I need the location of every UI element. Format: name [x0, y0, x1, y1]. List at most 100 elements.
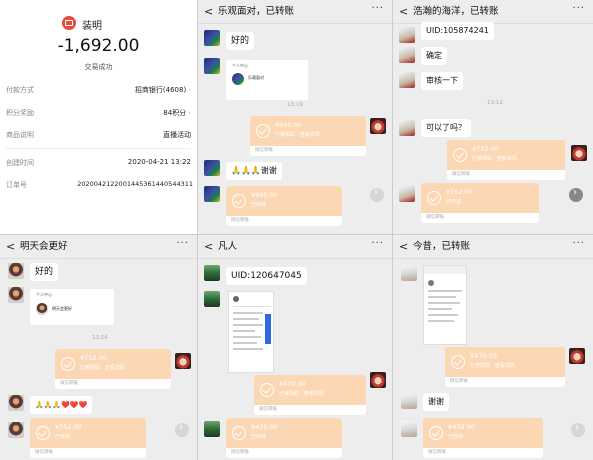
transfer-message[interactable]: ¥470.00 已被领取 · 查看详情 微信转账	[445, 347, 565, 387]
more-icon[interactable]: ···	[572, 3, 585, 14]
avatar[interactable]	[401, 421, 417, 437]
avatar[interactable]	[399, 72, 415, 88]
timestamp: 13:19	[287, 102, 303, 108]
back-icon[interactable]: <	[399, 6, 408, 18]
points-row[interactable]: 积分奖励 84积分 ›	[0, 103, 197, 125]
check-circle-icon	[232, 426, 246, 440]
screenshot-image[interactable]: 个人中心 乐观面对	[226, 60, 308, 100]
chevron-right-icon[interactable]	[569, 187, 583, 202]
avatar[interactable]	[204, 421, 220, 437]
back-icon[interactable]: <	[204, 6, 213, 18]
chevron-right-icon[interactable]	[370, 187, 384, 202]
chevron-right-icon[interactable]	[175, 422, 189, 437]
check-circle-icon	[429, 426, 443, 440]
avatar[interactable]	[204, 160, 220, 176]
card-header-text: 个人中心	[36, 292, 52, 297]
transfer-message[interactable]: ¥470.00 已收钱 微信转账	[423, 418, 543, 458]
message-bubble: 🙏🙏🙏❤️❤️❤️	[30, 396, 93, 414]
payment-method-row[interactable]: 付款方式 招商银行(4608) ›	[0, 80, 197, 102]
transfer-message[interactable]: ¥470.00 已被领取 · 查看详情 微信转账	[254, 375, 366, 415]
transfer-status: 已收钱	[448, 434, 464, 440]
created-time-row: 创建时间 2020-04-21 13:22	[0, 153, 197, 175]
avatar[interactable]	[399, 120, 415, 136]
chevron-right-icon[interactable]	[571, 422, 585, 437]
card-name-text: 明天会更好	[52, 306, 72, 311]
more-icon[interactable]: ···	[572, 238, 585, 249]
more-icon[interactable]: ···	[371, 3, 384, 14]
chat-header: < 浩瀚的海洋，已转账 ···	[393, 0, 593, 24]
chat-header: < 今昔，已转账 ···	[393, 235, 593, 259]
chat-title: 明天会更好	[20, 241, 68, 252]
avatar[interactable]	[8, 395, 24, 411]
row-value: 20200421220014453614405443​11	[77, 180, 193, 188]
back-icon[interactable]: <	[399, 241, 408, 253]
avatar[interactable]	[399, 27, 415, 43]
chat-panel-2: < 浩瀚的海洋，已转账 ··· UID:105874241 确定 审核一下 13…	[393, 0, 593, 234]
transfer-status: 已收钱	[251, 202, 267, 208]
back-icon[interactable]: <	[6, 241, 15, 253]
transfer-amount: ¥470.00	[251, 423, 278, 431]
avatar[interactable]	[401, 265, 417, 281]
transfer-message[interactable]: ¥940.00 已收钱 微信转账	[226, 186, 342, 226]
message-bubble: 确定	[421, 47, 447, 65]
transfer-footer: 微信转账	[250, 146, 366, 156]
transfer-footer: 微信转账	[445, 377, 565, 387]
avatar[interactable]	[370, 372, 386, 388]
message-bubble: 🙏🙏🙏谢谢	[226, 162, 282, 180]
transfer-footer: 微信转账	[423, 448, 543, 458]
transfer-footer: 微信转账	[226, 216, 342, 226]
separator	[6, 148, 191, 149]
transfer-status: 已收钱	[251, 434, 267, 440]
row-value: 84积分	[163, 109, 187, 117]
avatar[interactable]	[8, 263, 24, 279]
screenshot-image[interactable]	[423, 265, 467, 345]
transfer-amount: ¥940.00	[251, 191, 278, 199]
description-row: 商品说明 直播活动	[0, 125, 197, 147]
transfer-status: 已被领取 · 查看详情	[275, 132, 320, 138]
avatar[interactable]	[399, 186, 415, 202]
avatar[interactable]	[399, 47, 415, 63]
avatar[interactable]	[175, 353, 191, 369]
message-bubble: 好的	[30, 263, 59, 281]
avatar[interactable]	[204, 186, 220, 202]
more-icon[interactable]: ···	[371, 238, 384, 249]
avatar[interactable]	[569, 348, 585, 364]
transfer-amount: ¥470.00	[448, 423, 475, 431]
receipt-panel: 装明 -1,692.00 交易成功 付款方式 招商银行(4608) › 积分奖励 …	[0, 0, 197, 234]
avatar[interactable]	[571, 145, 587, 161]
transfer-amount: ¥752.00	[446, 188, 473, 196]
avatar[interactable]	[370, 118, 386, 134]
avatar[interactable]	[8, 287, 24, 303]
transfer-message[interactable]: ¥752.00 已被领取 · 查看详情 微信转账	[447, 140, 565, 180]
timestamp: 13:14	[92, 335, 108, 341]
transfer-message[interactable]: ¥752.00 已被领取 · 查看详情 微信转账	[55, 349, 171, 389]
avatar[interactable]	[204, 265, 220, 281]
transfer-message[interactable]: ¥752.00 已收钱 微信转账	[30, 418, 146, 458]
screenshot-image[interactable]	[228, 291, 274, 373]
card-name-text: 乐观面对	[248, 75, 264, 80]
transfer-message[interactable]: ¥752.00 已收钱 微信转账	[421, 183, 539, 223]
merchant-logo-icon	[62, 16, 76, 30]
screenshot-image[interactable]: 个人中心 明天会更好	[30, 289, 114, 325]
transfer-footer: 微信转账	[226, 448, 342, 458]
back-icon[interactable]: <	[204, 241, 213, 253]
avatar[interactable]	[8, 422, 24, 438]
chat-title: 乐观面对，已转账	[218, 6, 295, 17]
chat-title: 浩瀚的海洋，已转账	[413, 6, 499, 17]
avatar[interactable]	[204, 58, 220, 74]
check-circle-icon	[232, 194, 246, 208]
avatar[interactable]	[401, 393, 417, 409]
chevron-right-icon: ›	[188, 109, 191, 117]
avatar[interactable]	[204, 30, 220, 46]
row-value: 直播活动	[163, 131, 191, 139]
transfer-status: 已被领取 · 查看详情	[80, 365, 125, 371]
merchant-name: 装明	[82, 21, 102, 32]
avatar[interactable]	[204, 291, 220, 307]
chat-panel-5: < 今昔，已转账 ··· ¥470.00 已被领取 · 查看详情 微信转账 谢谢…	[393, 235, 593, 460]
transfer-message[interactable]: ¥470.00 已收钱 微信转账	[226, 418, 342, 458]
transfer-message[interactable]: ¥940.00 已被领取 · 查看详情 微信转账	[250, 116, 366, 156]
transfer-amount: ¥470.00	[470, 352, 497, 360]
more-icon[interactable]: ···	[176, 238, 189, 249]
chat-panel-4: < 凡人 ··· UID:120647045 ¥470.00 已被领取 · 查看…	[198, 235, 392, 460]
message-bubble: UID:105874241	[421, 22, 494, 40]
